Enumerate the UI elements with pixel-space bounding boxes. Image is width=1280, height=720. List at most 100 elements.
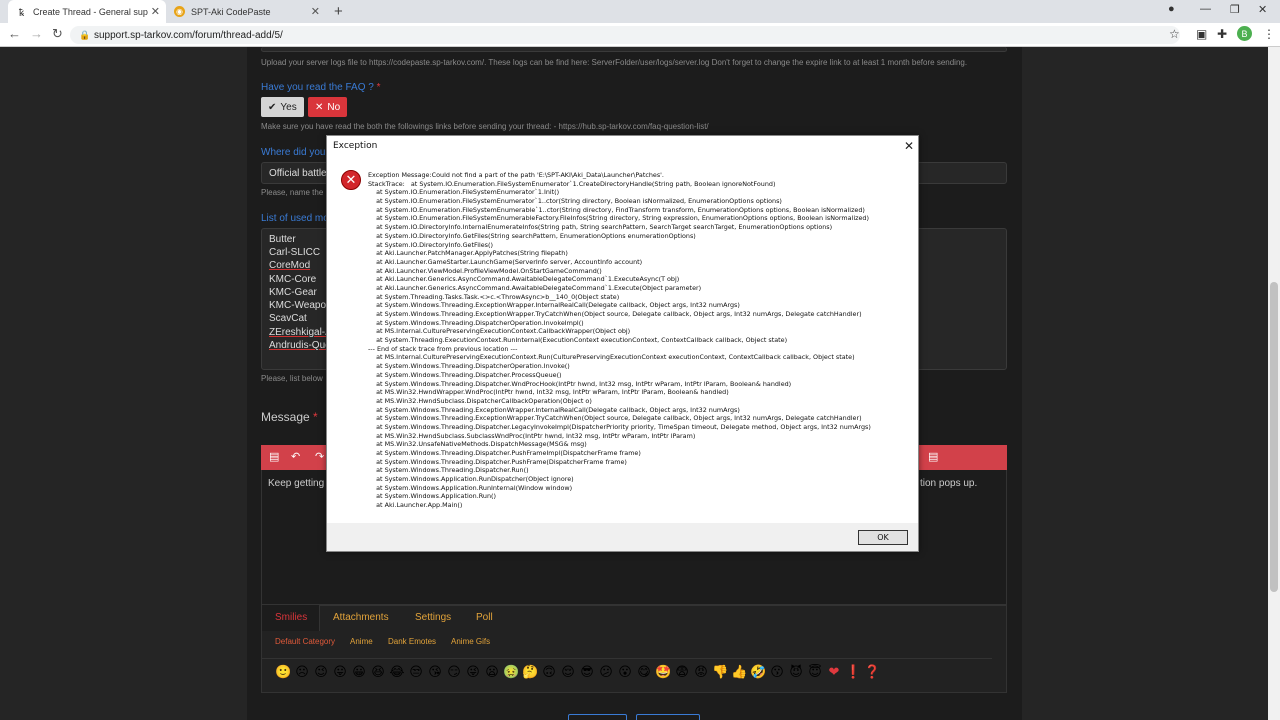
required-mark: * (313, 410, 318, 424)
smiley-icon[interactable]: 😌 (560, 663, 576, 681)
account-icon[interactable]: ● (1168, 3, 1175, 15)
smiley-icon[interactable]: 🤔 (522, 663, 538, 681)
faq-no-button[interactable]: ✕ No (308, 97, 348, 117)
x-icon: ✕ (315, 101, 324, 113)
mod-item: KMC-Gear (269, 287, 317, 298)
message-label-text: Message (261, 410, 310, 424)
smiley-icon[interactable]: 😋 (636, 663, 652, 681)
smiley-icon[interactable]: 😒 (408, 663, 424, 681)
profile-avatar[interactable]: B (1237, 26, 1252, 41)
category-default[interactable]: Default Category (275, 637, 335, 646)
smiley-list: 🙂 ☹ 😉 😛 😀 😆 😂 😒 😘 😏 😜 😦 🤢 🤔 🙃 😌 😎 😕 😮 😋 🤩 😨 😡 👎 👍 🤣 😗 😈 😇 ❤ ❗ ❓ (275, 663, 880, 681)
browser-tab-codepaste[interactable]: ◉ SPT-Aki CodePaste ✕ (166, 0, 326, 23)
category-anime-gifs[interactable]: Anime Gifs (451, 637, 490, 646)
faq-yes-button[interactable]: ✔ Yes (261, 97, 304, 117)
bookmark-star-icon[interactable]: ☆ (1169, 27, 1180, 41)
smiley-icon[interactable]: 😛 (332, 663, 348, 681)
smiley-icon[interactable]: 😗 (769, 663, 785, 681)
category-anime[interactable]: Anime (350, 637, 373, 646)
where-value: Official battle (269, 168, 327, 179)
mods-label: List of used mo (261, 213, 329, 224)
yes-label: Yes (280, 101, 297, 113)
category-dank-emotes[interactable]: Dank Emotes (388, 637, 436, 646)
mod-item: CoreMod (269, 260, 311, 271)
smiley-icon[interactable]: 😇 (807, 663, 823, 681)
undo-icon[interactable]: ↶ (291, 450, 300, 463)
server-logs-hint: Upload your server logs file to https://… (261, 58, 968, 67)
smiley-icon[interactable]: 😦 (484, 663, 500, 681)
redo-icon[interactable]: ↷ (315, 450, 324, 463)
smiley-icon[interactable]: 🤣 (750, 663, 766, 681)
footer-button[interactable] (636, 714, 700, 720)
smiley-icon[interactable]: 👎 (712, 663, 728, 681)
menu-dots-icon[interactable]: ⋮ (1263, 27, 1275, 41)
where-hint: Please, name the (261, 188, 324, 197)
back-icon[interactable]: ← (8, 26, 21, 41)
template-icon[interactable]: ▤ (928, 450, 938, 463)
required-mark: * (376, 82, 381, 93)
server-logs-field[interactable] (261, 47, 1007, 52)
smiley-icon[interactable]: 😕 (598, 663, 614, 681)
smiley-icon[interactable]: 😡 (693, 663, 709, 681)
smiley-icon[interactable]: ☹ (294, 663, 310, 681)
close-tab-icon[interactable]: ✕ (151, 5, 160, 18)
smiley-icon[interactable]: ❤ (826, 663, 842, 681)
new-tab-icon[interactable]: + (334, 3, 343, 20)
smiley-icon[interactable]: 😮 (617, 663, 633, 681)
smiley-icon[interactable]: 🤢 (503, 663, 519, 681)
browser-tab-create-thread[interactable]: ꝅ Create Thread - General support ✕ (8, 0, 166, 23)
smiley-icon[interactable]: 😨 (674, 663, 690, 681)
close-tab-icon[interactable]: ✕ (311, 5, 320, 18)
lock-icon[interactable]: 🔒 (79, 30, 90, 41)
footer-button[interactable] (568, 714, 627, 720)
message-label: Message * (261, 410, 318, 424)
smiley-icon[interactable]: 🤩 (655, 663, 671, 681)
smiley-icon[interactable]: ❓ (864, 663, 880, 681)
tab-title: SPT-Aki CodePaste (191, 6, 271, 17)
mod-item: KMC-Core (269, 274, 317, 285)
no-label: No (327, 101, 341, 113)
mod-item: KMC-Weapor (269, 300, 330, 311)
smiley-icon[interactable]: 😎 (579, 663, 595, 681)
exception-message: Exception Message:Could not find a part … (368, 171, 871, 510)
smiley-icon[interactable]: 😈 (788, 663, 804, 681)
smiley-icon[interactable]: 😉 (313, 663, 329, 681)
tab-smilies[interactable]: Smilies (275, 612, 307, 623)
tab-settings[interactable]: Settings (415, 612, 451, 623)
tab-title: Create Thread - General support (33, 6, 148, 17)
smiley-icon[interactable]: ❗ (845, 663, 861, 681)
source-code-icon[interactable]: ▤ (269, 450, 279, 463)
mod-item: ZEreshkigal-A (269, 327, 332, 338)
reload-icon[interactable]: ↻ (52, 26, 63, 42)
scrollbar-thumb[interactable] (1270, 282, 1278, 592)
tab-poll[interactable]: Poll (476, 612, 493, 623)
dialog-footer: OK (327, 523, 918, 551)
mods-hint: Please, list below (261, 374, 323, 383)
ok-button[interactable]: OK (858, 530, 908, 545)
smiley-icon[interactable]: 🙃 (541, 663, 557, 681)
puzzle-icon[interactable]: ✚ (1217, 27, 1227, 41)
smiley-icon[interactable]: 😘 (427, 663, 443, 681)
close-window-icon[interactable]: ✕ (1258, 3, 1267, 16)
smiley-icon[interactable]: 😀 (351, 663, 367, 681)
address-bar-row: ← → ↻ 🔒 support.sp-tarkov.com/forum/thre… (0, 23, 1280, 47)
smiley-icon[interactable]: 😂 (389, 663, 405, 681)
tab-attachments[interactable]: Attachments (333, 612, 389, 623)
url-field[interactable]: 🔒 support.sp-tarkov.com/forum/thread-add… (70, 26, 1180, 44)
faq-hint: Make sure you have read the both the fol… (261, 122, 709, 131)
minimize-icon[interactable]: — (1200, 3, 1211, 15)
smiley-icon[interactable]: 😆 (370, 663, 386, 681)
restore-icon[interactable]: ❐ (1230, 3, 1240, 16)
dialog-close-icon[interactable]: ✕ (904, 139, 914, 153)
dialog-title: Exception (333, 141, 378, 151)
smiley-icon[interactable]: 😏 (446, 663, 462, 681)
smiley-icon[interactable]: 🙂 (275, 663, 291, 681)
forward-icon[interactable]: → (30, 26, 43, 41)
smiley-icon[interactable]: 👍 (731, 663, 747, 681)
faq-label-text: Have you read the FAQ ? (261, 82, 374, 93)
page-scrollbar[interactable] (1268, 47, 1280, 720)
message-text-right: tion pops up. (920, 478, 978, 489)
extension-icon[interactable]: ▣ (1196, 27, 1207, 41)
divider (262, 658, 992, 659)
smiley-icon[interactable]: 😜 (465, 663, 481, 681)
